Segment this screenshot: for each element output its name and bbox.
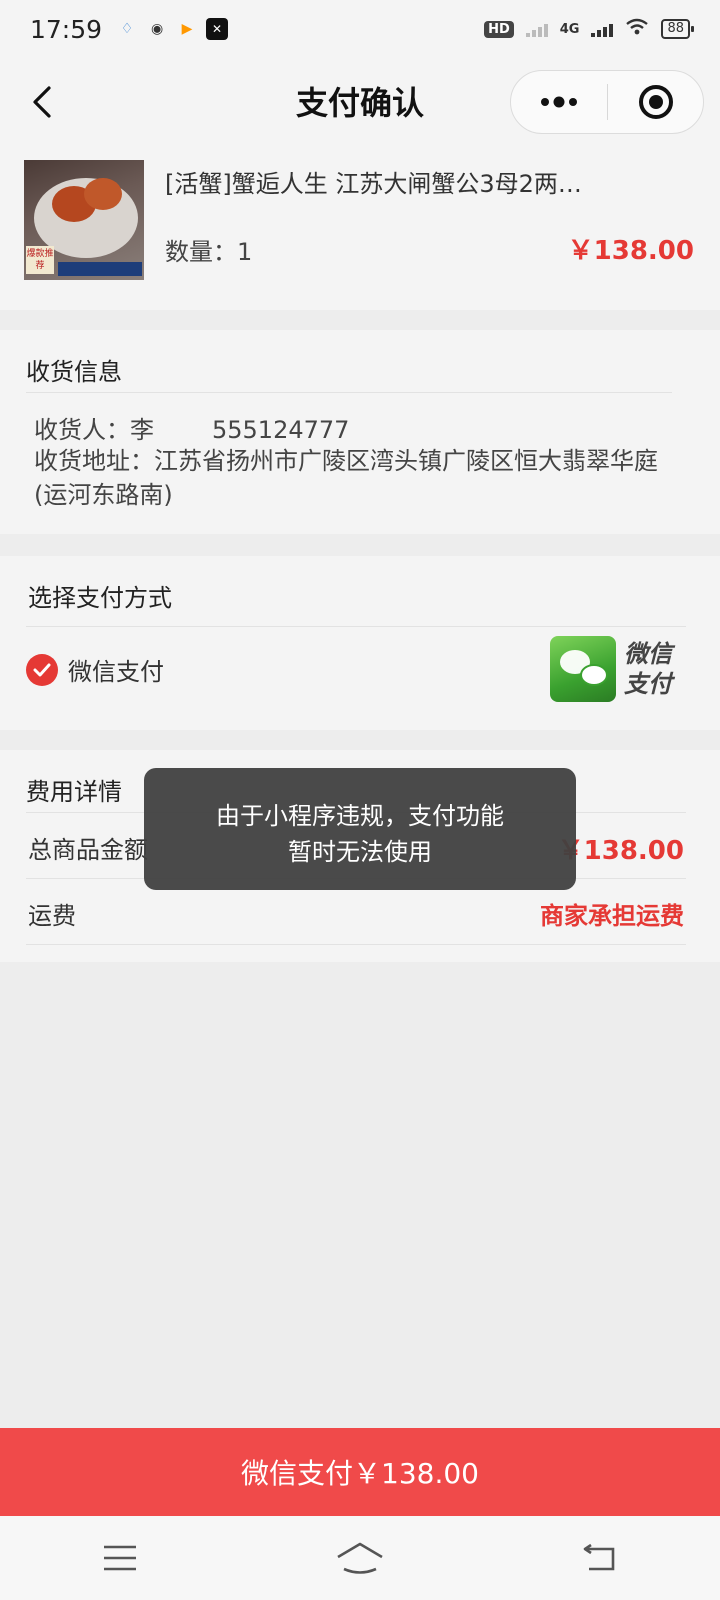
capcut-notification-icon: ✕: [206, 18, 229, 40]
product-card[interactable]: 爆款推荐 [活蟹]蟹逅人生 江苏大闸蟹公3母2两… 数量：1 ￥138.00: [0, 148, 720, 310]
wechat-pay-icon: [550, 636, 616, 702]
toast-line-2: 暂时无法使用: [288, 838, 432, 866]
payment-method-section: 选择支付方式 微信支付 微信 支付: [0, 556, 720, 730]
product-price: ￥138.00: [567, 236, 694, 266]
total-goods-label: 总商品金额: [28, 836, 148, 864]
more-button[interactable]: [511, 71, 607, 133]
product-thumbnail: 爆款推荐: [24, 160, 144, 280]
shipping-fee-label: 运费: [28, 902, 76, 930]
divider: [26, 626, 686, 627]
more-dots-icon: [541, 96, 577, 108]
wechat-pay-label: 微信支付: [68, 658, 164, 686]
shipping-info-title: 收货信息: [26, 358, 122, 386]
divider: [26, 392, 672, 393]
menu-button[interactable]: [90, 1533, 150, 1583]
shipping-address: 收货地址：江苏省扬州市广陵区湾头镇广陵区恒大翡翠华庭(运河东路南): [34, 447, 658, 509]
shipping-fee-row: 运费 商家承担运费: [28, 896, 684, 931]
wechat-pay-logo: 微信 支付: [550, 636, 672, 702]
error-toast: 由于小程序违规，支付功能 暂时无法使用: [144, 768, 576, 890]
system-navigation-bar: [0, 1516, 720, 1600]
recipient-name: 收货人：李: [34, 416, 154, 444]
target-close-icon: [638, 85, 673, 119]
wifi-icon: [625, 18, 649, 40]
home-icon: [337, 1542, 383, 1574]
shipping-info-section[interactable]: 收货信息 收货人：李 555124777 收货地址：江苏省扬州市广陵区湾头镇广陵区…: [0, 330, 720, 534]
home-button[interactable]: [330, 1533, 390, 1583]
battery-icon: 88: [661, 19, 694, 39]
network-type: 4G: [559, 21, 580, 37]
menu-icon: [104, 1545, 136, 1571]
recipient-row: 收货人：李 555124777: [34, 410, 349, 445]
checkmark-icon: [26, 653, 58, 686]
app-notification-icon: ♢: [120, 21, 134, 37]
signal-icon-sim2: [525, 21, 548, 37]
product-title: [活蟹]蟹逅人生 江苏大闸蟹公3母2两…: [165, 170, 582, 198]
divider: [26, 944, 686, 945]
return-arrow-icon: [583, 1543, 615, 1571]
status-right: HD 4G 88: [484, 18, 694, 40]
toast-line-1: 由于小程序违规，支付功能: [216, 802, 504, 830]
signal-icon: [591, 21, 614, 37]
miniprogram-capsule: [510, 70, 704, 134]
wechat-pay-logo-text: 微信 支付: [624, 640, 672, 698]
status-time: 17:59: [30, 14, 103, 44]
nav-bar: 支付确认: [0, 58, 720, 148]
back-nav-button[interactable]: [570, 1533, 630, 1583]
shipping-fee-value: 商家承担运费: [540, 902, 684, 930]
thumbnail-badge: 爆款推荐: [26, 246, 54, 274]
recipient-phone: 555124777: [212, 416, 350, 444]
close-miniprogram-button[interactable]: [608, 71, 703, 133]
fee-details-title: 费用详情: [26, 778, 122, 806]
wechat-notification-icon: ◉: [150, 21, 164, 37]
status-bar: 17:59 ♢ ◉ ▶ ✕ HD 4G 88: [0, 0, 720, 58]
video-app-notification-icon: ▶: [181, 21, 193, 37]
hd-badge: HD: [484, 20, 514, 38]
wechat-pay-option[interactable]: 微信支付: [26, 652, 164, 687]
wechat-pay-button[interactable]: 微信支付￥138.00: [0, 1428, 720, 1516]
payment-method-title: 选择支付方式: [28, 584, 172, 612]
product-quantity: 数量：1: [165, 238, 253, 266]
total-goods-value: ￥138.00: [557, 836, 684, 866]
